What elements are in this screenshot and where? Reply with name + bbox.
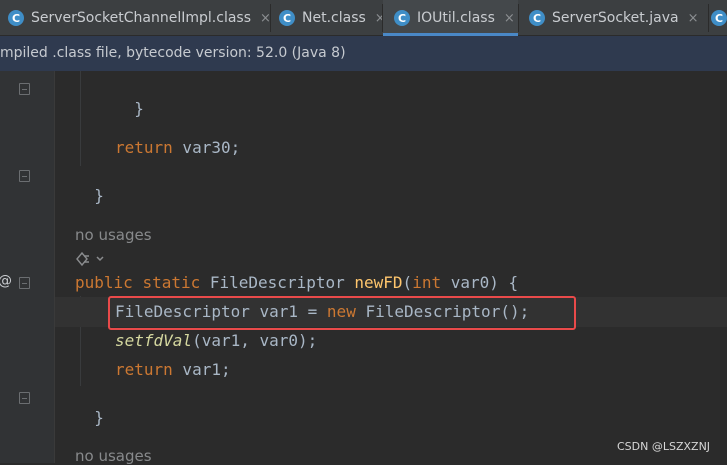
code-token-method-call: setfdVal bbox=[115, 331, 193, 350]
code-line-closing-brace[interactable]: } bbox=[75, 388, 104, 428]
usages-hint-label: no usages bbox=[75, 226, 152, 244]
code-line-closing-brace[interactable]: } bbox=[115, 79, 144, 119]
code-token: ( bbox=[402, 273, 413, 292]
editor-gutter[interactable] bbox=[0, 71, 55, 463]
code-line-closing-brace[interactable]: } bbox=[75, 166, 104, 206]
tab-label: Net.class bbox=[302, 10, 366, 26]
code-line-return-var1[interactable]: return var1; bbox=[115, 360, 231, 380]
usages-hint-label: no usages bbox=[75, 447, 152, 465]
fold-marker-icon[interactable] bbox=[19, 392, 30, 404]
code-token: var30; bbox=[172, 138, 241, 157]
tab-ioutil[interactable]: C IOUtil.class × bbox=[383, 0, 518, 36]
code-token-keyword: return bbox=[115, 360, 173, 379]
code-token: } bbox=[134, 99, 144, 118]
code-line-return-var30[interactable]: return var30; bbox=[115, 138, 240, 158]
ai-assistant-icon[interactable] bbox=[75, 250, 109, 268]
fold-marker-icon[interactable] bbox=[19, 170, 30, 182]
code-token-method-name: newFD bbox=[354, 273, 403, 292]
code-line-method-signature[interactable]: public static FileDescriptor newFD(int v… bbox=[75, 273, 518, 293]
code-token: } bbox=[94, 186, 104, 205]
class-file-icon: C bbox=[279, 10, 295, 26]
tab-serversocketchannelimpl[interactable]: C ServerSocketChannelImpl.class × bbox=[0, 0, 271, 36]
code-token: var1; bbox=[172, 360, 231, 379]
watermark: CSDN @LSZXZNJ bbox=[617, 440, 711, 453]
class-file-icon: C bbox=[529, 10, 545, 26]
fold-marker-icon[interactable] bbox=[19, 83, 30, 95]
code-token-keyword: static bbox=[142, 273, 201, 292]
banner-text: mpiled .class file, bytecode version: 52… bbox=[0, 45, 346, 61]
class-file-icon: C bbox=[711, 10, 727, 26]
code-token-keyword: int bbox=[412, 273, 442, 292]
tab-label: IOUtil.class bbox=[417, 10, 495, 26]
usages-hint[interactable]: no usages bbox=[75, 447, 152, 465]
code-token-keyword: public bbox=[75, 273, 133, 292]
editor-tab-bar: C ServerSocketChannelImpl.class × C Net.… bbox=[0, 0, 727, 36]
fold-marker-icon[interactable] bbox=[19, 277, 30, 289]
code-token: } bbox=[94, 408, 104, 427]
override-gutter-icon[interactable]: @ bbox=[0, 273, 12, 289]
code-token-keyword: return bbox=[115, 138, 173, 157]
tab-net[interactable]: C Net.class × bbox=[271, 0, 386, 36]
usages-hint[interactable]: no usages bbox=[75, 226, 152, 244]
code-token: FileDescriptor bbox=[209, 273, 345, 292]
code-token: var0) { bbox=[441, 273, 519, 292]
decompiled-info-banner: mpiled .class file, bytecode version: 52… bbox=[0, 36, 727, 71]
class-file-icon: C bbox=[394, 10, 410, 26]
highlight-box bbox=[108, 296, 576, 330]
close-icon[interactable]: × bbox=[688, 11, 699, 26]
tab-serversocket[interactable]: C ServerSocket.java × bbox=[519, 0, 709, 36]
tab-label: ServerSocket.java bbox=[552, 10, 679, 26]
code-token: (var1, var0); bbox=[192, 331, 318, 350]
class-file-icon: C bbox=[8, 10, 24, 26]
close-icon[interactable]: × bbox=[504, 11, 515, 26]
code-line-setfdval[interactable]: setfdVal(var1, var0); bbox=[115, 331, 317, 351]
tab-overflow[interactable]: C bbox=[709, 0, 727, 36]
indent-guide bbox=[80, 71, 81, 166]
tab-label: ServerSocketChannelImpl.class bbox=[31, 10, 251, 26]
